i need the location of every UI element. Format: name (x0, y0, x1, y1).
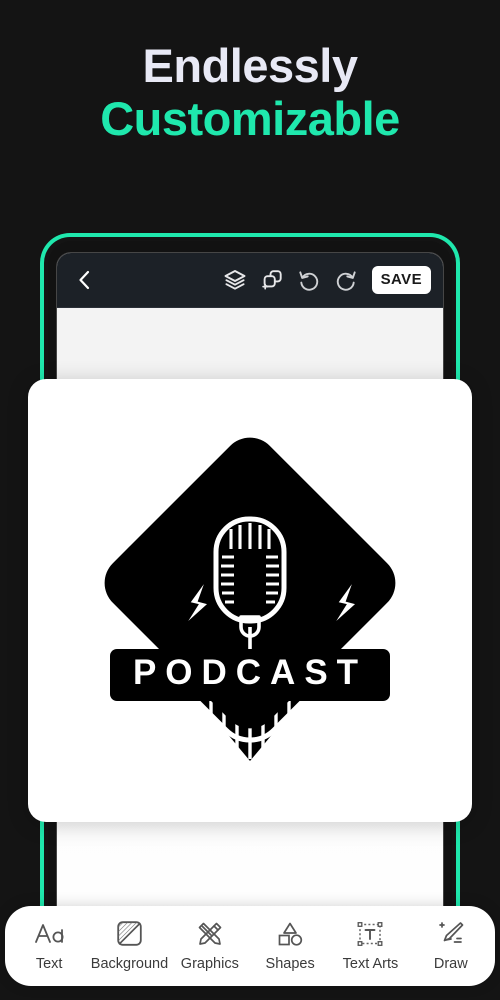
tool-label: Shapes (265, 956, 315, 972)
tool-text[interactable]: Text (9, 918, 89, 972)
design-card[interactable]: PODCAST (28, 379, 472, 822)
add-layer-button[interactable] (255, 263, 289, 297)
undo-button[interactable] (292, 263, 326, 297)
chevron-left-icon (79, 270, 90, 290)
background-icon (116, 918, 143, 949)
tool-label: Background (90, 956, 169, 972)
banner-text: PODCAST (133, 653, 367, 692)
tool-label: Draw (433, 956, 468, 972)
layers-icon (224, 270, 246, 290)
draw-icon (437, 918, 465, 949)
tool-graphics[interactable]: Graphics (170, 918, 250, 972)
shapes-icon (276, 918, 304, 949)
tool-text-arts[interactable]: Text Arts (330, 918, 410, 972)
tool-shapes[interactable]: Shapes (250, 918, 330, 972)
tool-background[interactable]: Background (89, 918, 169, 972)
text-arts-icon (356, 918, 384, 949)
headline-line-1: Endlessly (142, 39, 358, 92)
tool-draw[interactable]: Draw (411, 918, 491, 972)
tool-label: Graphics (180, 956, 239, 972)
redo-icon (336, 271, 356, 291)
redo-button[interactable] (329, 263, 363, 297)
duplicate-add-icon (261, 270, 282, 290)
podcast-logo[interactable]: PODCAST (65, 422, 435, 771)
banner-ribbon: PODCAST (110, 648, 390, 701)
tool-toolbar: Text Background Graphics Shapes Text Art… (5, 906, 495, 986)
tool-label: Text (35, 956, 63, 972)
tool-label: Text Arts (342, 956, 399, 972)
page-title: Endlessly Customizable (0, 39, 500, 145)
podcast-logo-artwork: PODCAST (90, 422, 410, 761)
text-aa-icon (34, 918, 65, 949)
save-button[interactable]: SAVE (371, 266, 431, 294)
promo-screenshot: Endlessly Customizable SAVE PODCAST Text… (0, 0, 500, 1000)
layers-button[interactable] (218, 263, 252, 297)
headline-line-2: Customizable (100, 91, 400, 145)
editor-topbar: SAVE (57, 253, 443, 308)
back-button[interactable] (69, 265, 99, 295)
graphics-icon (196, 918, 224, 949)
undo-icon (299, 271, 318, 291)
